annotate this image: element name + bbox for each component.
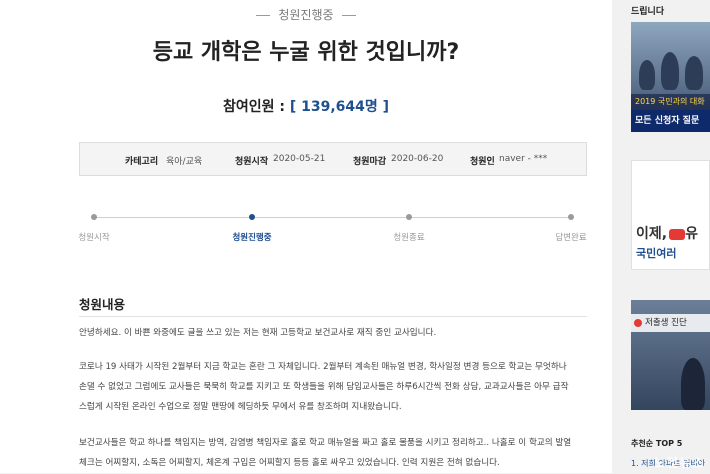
status-label: 청원진행중 (278, 8, 334, 22)
count-close-bracket: ] (382, 99, 390, 115)
content-paragraph-line: 안녕하세요. 이 바쁜 와중에도 글을 쓰고 있는 저는 현재 고등학교 보건교… (79, 328, 437, 338)
banner-subtitle: 2019 국민과의 대화 (631, 94, 710, 110)
recommended-heading: 추천순 TOP 5 (631, 439, 683, 448)
content-paragraph-line: 체크는 어찌할지, 소독은 어찌할지, 체온계 구입은 어찌할지 등등 홀로 싸… (79, 458, 500, 468)
category-value: 육아/교육 (166, 157, 203, 167)
step-label-start: 청원시작 (78, 233, 110, 243)
petition-info-box: 카테고리 육아/교육 청원시작 2020-05-21 청원마감 2020-06-… (79, 142, 587, 176)
content-paragraph-line: 스럽게 시작된 온라인 수업으로 정말 맨땅에 헤딩하듯 무에서 유를 창조하며… (79, 402, 402, 412)
count-value: 139,644 (301, 99, 365, 115)
progress-track (94, 217, 571, 218)
content-paragraph-line: 코로나 19 사태가 시작된 2월부터 지금 학교는 혼란 그 자체입니다. 2… (79, 362, 567, 372)
content-paragraph-line: 보건교사들은 학교 하나를 책임지는 방역, 감염병 책임자로 홀로 학교 매뉴… (79, 438, 572, 448)
petition-main-panel: 청원진행중 등교 개학은 누굴 위한 것입니까? 참여인원 : [ 139,64… (0, 0, 612, 473)
content-divider (79, 316, 587, 317)
person-figure (681, 358, 705, 410)
count-label: 참여인원 : (222, 99, 285, 115)
banner-text: 이제, 유 (636, 226, 698, 242)
step-label-ongoing: 청원진행중 (232, 233, 272, 243)
person-figure (685, 56, 703, 90)
banner-subtext: 국민여러 (636, 247, 677, 260)
sidebar-banner-video[interactable]: 저출생 진단 (631, 300, 710, 410)
progress-dot-closed (406, 214, 412, 220)
divider-line (341, 15, 356, 16)
end-label: 청원마감 (353, 157, 387, 167)
count-open-bracket: [ (289, 99, 297, 115)
sidebar-heading: 드립니다 (631, 7, 665, 17)
start-date: 2020-05-21 (273, 154, 326, 164)
person-figure (639, 60, 655, 90)
step-label-closed: 청원종료 (393, 233, 425, 243)
divider-line (256, 15, 271, 16)
content-paragraph-line: 손댈 수 없었고 그럼에도 교사들은 묵묵히 학교를 지키고 또 학생들을 위해… (79, 382, 569, 392)
petition-title: 등교 개학은 누굴 위한 것입니까? (152, 40, 460, 65)
watermark-logo: 노컷뉴스 (653, 456, 706, 470)
youtube-play-icon (669, 228, 686, 240)
video-caption: 저출생 진단 (631, 314, 710, 332)
category-label: 카테고리 (125, 157, 159, 167)
content-heading: 청원내용 (79, 297, 126, 312)
status-header: 청원진행중 (0, 6, 612, 23)
sidebar-banner-youtube[interactable]: 이제, 유 국민여러 (631, 160, 710, 270)
step-label-answered: 답변완료 (555, 233, 587, 243)
start-label: 청원시작 (235, 157, 269, 167)
author-value: naver - *** (499, 154, 548, 164)
person-figure (661, 52, 679, 90)
participant-count: 참여인원 : [ 139,644명 ] (0, 96, 612, 116)
live-dot-icon (634, 319, 642, 327)
count-unit: 명 (364, 99, 378, 115)
progress-dot-answered (568, 214, 574, 220)
banner-title: 모든 신청자 질문 (631, 110, 710, 132)
sidebar-banner-town-hall[interactable]: 2019 국민과의 대화 모든 신청자 질문 (631, 22, 710, 132)
end-date: 2020-06-20 (391, 154, 444, 164)
author-label: 청원인 (470, 157, 495, 167)
progress-dot-ongoing (249, 214, 255, 220)
progress-dot-start (91, 214, 97, 220)
